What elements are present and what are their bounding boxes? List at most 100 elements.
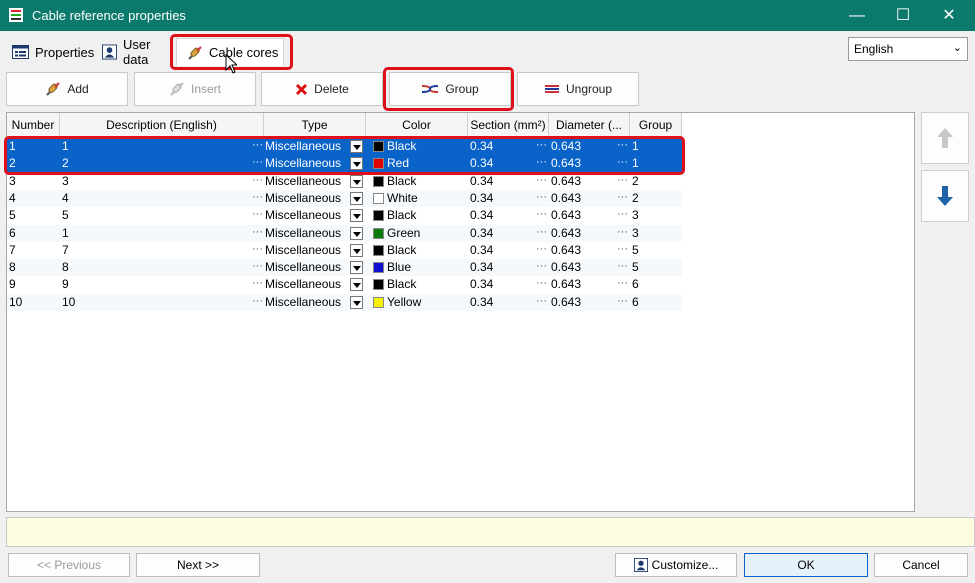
ellipsis-icon[interactable]: ··· [536,173,547,187]
language-select[interactable]: English ⌄ [848,37,968,61]
dropdown-arrow-icon[interactable] [350,174,363,188]
column-section[interactable]: Section (mm²) [468,113,549,137]
cell-number[interactable]: 9 [9,276,59,293]
cell-group[interactable]: 6 [632,276,677,293]
next-button[interactable]: Next >> [136,553,260,577]
cell-diameter[interactable]: 0.643 [551,190,611,207]
cell-section[interactable]: 0.34 [470,207,530,224]
ellipsis-icon[interactable]: ··· [536,155,547,169]
dropdown-arrow-icon[interactable] [350,191,363,205]
cell-number[interactable]: 5 [9,207,59,224]
cell-diameter[interactable]: 0.643 [551,138,611,155]
ellipsis-icon[interactable]: ··· [617,259,628,273]
minimize-button[interactable]: — [834,0,880,31]
cell-color[interactable]: Black [387,276,467,293]
cell-section[interactable]: 0.34 [470,173,530,190]
table-row[interactable]: 9 9 ··· Miscellaneous Black 0.34 ··· 0.643 ··· 6 [7,276,682,293]
ellipsis-icon[interactable]: ··· [536,138,547,152]
cell-diameter[interactable]: 0.643 [551,242,611,259]
cell-description[interactable]: 1 [62,138,252,155]
cell-section[interactable]: 0.34 [470,225,530,242]
cell-color[interactable]: Green [387,225,467,242]
ellipsis-icon[interactable]: ··· [617,242,628,256]
cell-type[interactable]: Miscellaneous [265,173,351,190]
cell-color[interactable]: Black [387,173,467,190]
cell-type[interactable]: Miscellaneous [265,259,351,276]
ellipsis-icon[interactable]: ··· [617,138,628,152]
ellipsis-icon[interactable]: ··· [617,155,628,169]
column-type[interactable]: Type [264,113,366,137]
cell-diameter[interactable]: 0.643 [551,259,611,276]
ellipsis-icon[interactable]: ··· [536,259,547,273]
add-button[interactable]: Add [6,72,128,106]
cell-description[interactable]: 9 [62,276,252,293]
cell-type[interactable]: Miscellaneous [265,294,351,311]
ellipsis-icon[interactable]: ··· [536,294,547,308]
ellipsis-icon[interactable]: ··· [536,242,547,256]
column-diameter[interactable]: Diameter (... [549,113,630,137]
cell-number[interactable]: 10 [9,294,59,311]
cell-color[interactable]: Blue [387,259,467,276]
cell-description[interactable]: 8 [62,259,252,276]
cell-section[interactable]: 0.34 [470,190,530,207]
ellipsis-icon[interactable]: ··· [252,259,263,273]
cell-description[interactable]: 3 [62,173,252,190]
ellipsis-icon[interactable]: ··· [252,207,263,221]
cell-number[interactable]: 3 [9,173,59,190]
cell-diameter[interactable]: 0.643 [551,173,611,190]
ellipsis-icon[interactable]: ··· [252,138,263,152]
table-row[interactable]: 6 1 ··· Miscellaneous Green 0.34 ··· 0.643 ··· 3 [7,224,682,242]
cell-type[interactable]: Miscellaneous [265,242,351,259]
delete-button[interactable]: Delete [261,72,383,106]
cell-section[interactable]: 0.34 [470,294,530,311]
ungroup-button[interactable]: Ungroup [517,72,639,106]
cell-group[interactable]: 6 [632,294,677,311]
ellipsis-icon[interactable]: ··· [252,225,263,239]
table-row[interactable]: 10 10 ··· Miscellaneous Yellow 0.34 ··· 0.643 ··… [7,293,682,311]
table-row[interactable]: 2 2 ··· Miscellaneous Red 0.34 ··· 0.643 ··· 1 [7,155,682,173]
column-description[interactable]: Description (English) [60,113,264,137]
ellipsis-icon[interactable]: ··· [252,190,263,204]
table-row[interactable]: 7 7 ··· Miscellaneous Black 0.34 ··· 0.643 ··· 5 [7,242,682,259]
cell-description[interactable]: 2 [62,155,252,172]
cell-group[interactable]: 1 [632,155,677,172]
table-row[interactable]: 8 8 ··· Miscellaneous Blue 0.34 ··· 0.643 ··· 5 [7,259,682,277]
table-row[interactable]: 3 3 ··· Miscellaneous Black 0.34 ··· 0.643 ··· 2 [7,173,682,190]
cell-description[interactable]: 10 [62,294,252,311]
cancel-button[interactable]: Cancel [874,553,968,577]
column-group[interactable]: Group [630,113,682,137]
cell-description[interactable]: 5 [62,207,252,224]
previous-button[interactable]: << Previous [8,553,130,577]
ellipsis-icon[interactable]: ··· [536,207,547,221]
ellipsis-icon[interactable]: ··· [617,173,628,187]
ellipsis-icon[interactable]: ··· [617,294,628,308]
ellipsis-icon[interactable]: ··· [252,276,263,290]
cell-group[interactable]: 3 [632,225,677,242]
move-up-button[interactable] [921,112,969,164]
cell-type[interactable]: Miscellaneous [265,138,351,155]
dropdown-arrow-icon[interactable] [350,209,363,223]
ellipsis-icon[interactable]: ··· [536,225,547,239]
tab-properties[interactable]: Properties [6,38,96,66]
group-button[interactable]: Group [389,72,511,106]
table-row[interactable]: 1 1 ··· Miscellaneous Black 0.34 ··· 0.643 ··· 1 [7,138,682,155]
dropdown-arrow-icon[interactable] [350,157,363,171]
ellipsis-icon[interactable]: ··· [252,173,263,187]
dropdown-arrow-icon[interactable] [350,140,363,153]
cell-type[interactable]: Miscellaneous [265,207,351,224]
customize-button[interactable]: Customize... [615,553,737,577]
cell-color[interactable]: Black [387,242,467,259]
cell-diameter[interactable]: 0.643 [551,225,611,242]
ellipsis-icon[interactable]: ··· [252,155,263,169]
cell-group[interactable]: 2 [632,190,677,207]
cell-type[interactable]: Miscellaneous [265,276,351,293]
column-number[interactable]: Number [7,113,60,137]
ellipsis-icon[interactable]: ··· [617,190,628,204]
close-button[interactable]: ✕ [926,0,972,31]
dropdown-arrow-icon[interactable] [350,243,363,257]
table-row[interactable]: 5 5 ··· Miscellaneous Black 0.34 ··· 0.643 ··· 3 [7,207,682,224]
cell-type[interactable]: Miscellaneous [265,190,351,207]
cell-number[interactable]: 2 [9,155,59,172]
column-color[interactable]: Color [366,113,468,137]
ellipsis-icon[interactable]: ··· [617,276,628,290]
